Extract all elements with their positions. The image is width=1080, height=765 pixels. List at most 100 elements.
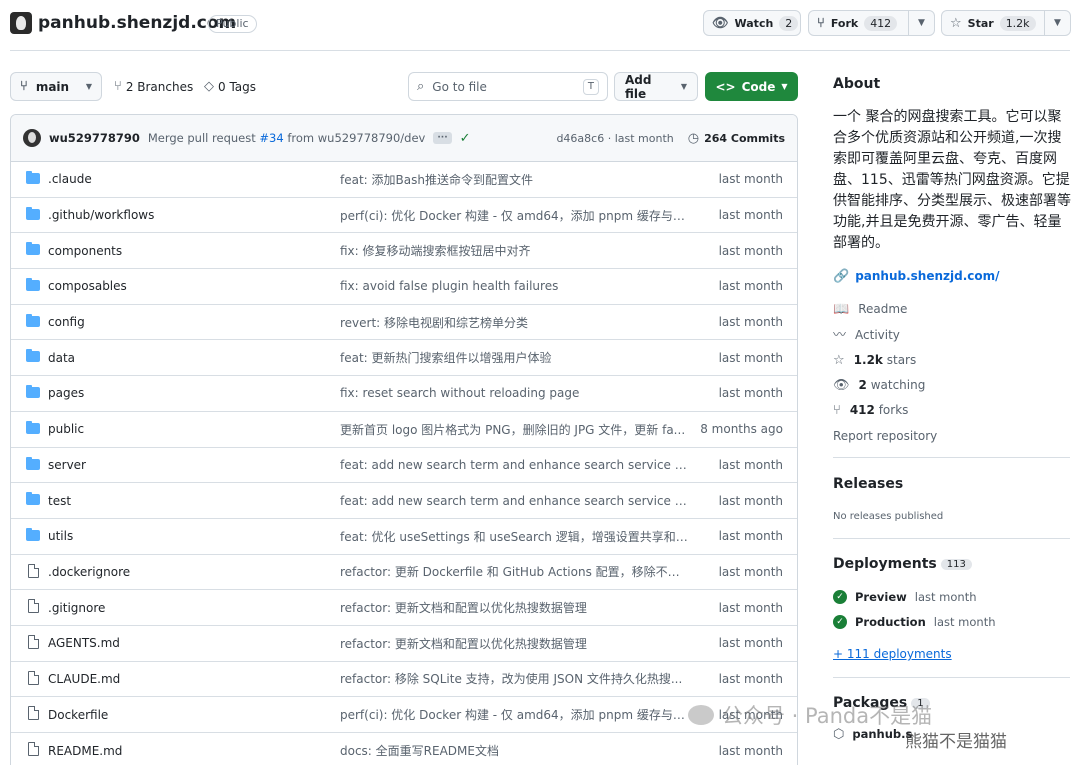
commit-message[interactable]: docs: 全面重写README文档 [340, 742, 690, 759]
watching-link[interactable]: 👁 2 watching [833, 378, 925, 392]
commit-message[interactable]: feat: 添加Bash推送命令到配置文件 [340, 171, 690, 188]
commit-date: last month [718, 279, 783, 294]
add-file-button[interactable]: Add file ▼ [614, 72, 698, 101]
watch-count: 2 [779, 15, 799, 31]
file-name[interactable]: .claude [48, 172, 92, 186]
branch-selector[interactable]: ⑂ main ▼ [10, 72, 102, 101]
file-name[interactable]: Dockerfile [48, 708, 108, 722]
commit-message[interactable]: refactor: 更新 Dockerfile 和 GitHub Actions… [340, 563, 690, 580]
commit-hash-time[interactable]: d46a8c6 · last month [556, 132, 673, 145]
file-icon [26, 706, 39, 721]
fork-dropdown[interactable]: ▼ [908, 11, 934, 35]
file-name[interactable]: CLAUDE.md [48, 672, 120, 686]
commit-message[interactable]: refactor: 更新文档和配置以优化热搜数据管理 [340, 599, 690, 616]
code-button[interactable]: <> Code ▼ [705, 72, 798, 101]
forks-link[interactable]: ⑂ 412 forks [833, 403, 908, 417]
check-icon[interactable]: ✓ [460, 131, 471, 146]
deployment-time: last month [914, 590, 977, 604]
folder-icon [26, 492, 40, 506]
file-row[interactable]: AGENTS.md refactor: 更新文档和配置以优化热搜数据管理 last … [11, 626, 797, 662]
commit-message[interactable]: revert: 移除电视剧和综艺榜单分类 [340, 314, 690, 331]
file-name[interactable]: public [48, 422, 84, 436]
file-name[interactable]: AGENTS.md [48, 636, 120, 650]
file-row[interactable]: .dockerignore refactor: 更新 Dockerfile 和 G… [11, 555, 797, 591]
file-row[interactable]: composables fix: avoid false plugin healt… [11, 269, 797, 305]
file-name[interactable]: server [48, 458, 86, 472]
repo-name[interactable]: panhub.shenzjd.com [38, 13, 236, 33]
file-row[interactable]: data feat: 更新热门搜索组件以增强用户体验 last month [11, 340, 797, 377]
file-name[interactable]: .gitignore [48, 601, 105, 615]
commit-message[interactable]: Merge pull request #34 from wu529778790/… [148, 131, 426, 145]
commit-author[interactable]: wu529778790 [49, 131, 140, 145]
folder-icon [26, 349, 40, 363]
file-name[interactable]: test [48, 494, 71, 508]
file-name[interactable]: composables [48, 279, 127, 293]
file-name[interactable]: data [48, 351, 75, 365]
commit-message[interactable]: refactor: 移除 SQLite 支持，改为使用 JSON 文件持久化热搜… [340, 670, 690, 687]
commit-message[interactable]: refactor: 更新文档和配置以优化热搜数据管理 [340, 635, 690, 652]
file-row[interactable]: utils feat: 优化 useSettings 和 useSearch 逻辑… [11, 519, 797, 555]
fork-button[interactable]: ⑂ Fork 412 ▼ [808, 10, 935, 36]
file-row[interactable]: server feat: add new search term and enha… [11, 448, 797, 484]
activity-link[interactable]: 〰 Activity [833, 328, 900, 342]
deployment-production[interactable]: ✓ Production last month [833, 615, 996, 629]
file-name[interactable]: README.md [48, 744, 122, 758]
readme-link[interactable]: 📖 Readme [833, 302, 907, 316]
branches-label: 2 Branches [125, 79, 194, 94]
author-avatar[interactable] [23, 129, 41, 147]
file-row[interactable]: README.md docs: 全面重写README文档 last month [11, 733, 797, 765]
tags-link[interactable]: ◇ 0 Tags [204, 72, 256, 101]
star-button[interactable]: ☆ Star 1.2k ▼ [941, 10, 1071, 36]
commit-date: last month [718, 493, 783, 508]
deployments-heading[interactable]: Deployments 113 [833, 556, 972, 572]
commit-message[interactable]: perf(ci): 优化 Docker 构建 - 仅 amd64，添加 pnpm… [340, 706, 690, 723]
repo-owner-avatar[interactable] [10, 12, 32, 34]
file-name[interactable]: pages [48, 386, 84, 400]
file-name[interactable]: .dockerignore [48, 565, 130, 579]
file-row[interactable]: config revert: 移除电视剧和综艺榜单分类 last month [11, 305, 797, 341]
homepage-link[interactable]: 🔗 panhub.shenzjd.com/ [833, 269, 1000, 283]
file-row[interactable]: .github/workflows perf(ci): 优化 Docker 构建 … [11, 198, 797, 234]
star-dropdown[interactable]: ▼ [1044, 11, 1070, 35]
watch-button[interactable]: 👁 Watch 2 [703, 10, 801, 36]
tag-icon: ◇ [204, 79, 214, 94]
commit-message[interactable]: feat: 更新热门搜索组件以增强用户体验 [340, 349, 690, 366]
pr-link[interactable]: #34 [259, 131, 283, 145]
releases-heading[interactable]: Releases [833, 476, 903, 492]
commit-message[interactable]: feat: add new search term and enhance se… [340, 494, 690, 508]
branches-link[interactable]: ⑂ 2 Branches [114, 72, 193, 101]
commit-message[interactable]: fix: avoid false plugin health failures [340, 279, 690, 293]
stars-link[interactable]: ☆ 1.2k stars [833, 353, 916, 367]
commits-link[interactable]: ◷ 264 Commits [688, 132, 785, 145]
report-repository-link[interactable]: Report repository [833, 429, 937, 443]
commit-message[interactable]: fix: reset search without reloading page [340, 386, 690, 400]
file-row[interactable]: test feat: add new search term and enhanc… [11, 483, 797, 519]
file-name[interactable]: config [48, 315, 85, 329]
file-row[interactable]: Dockerfile perf(ci): 优化 Docker 构建 - 仅 amd… [11, 697, 797, 733]
folder-icon [26, 206, 40, 220]
expand-commit-button[interactable]: ··· [433, 132, 452, 144]
folder-icon [26, 456, 40, 470]
commit-message[interactable]: perf(ci): 优化 Docker 构建 - 仅 amd64，添加 pnpm… [340, 207, 690, 224]
file-row[interactable]: CLAUDE.md refactor: 移除 SQLite 支持，改为使用 JSO… [11, 662, 797, 698]
sidebar-divider [833, 457, 1070, 458]
file-name[interactable]: components [48, 244, 122, 258]
file-row[interactable]: public 更新首页 logo 图片格式为 PNG，删除旧的 JPG 文件，更新… [11, 412, 797, 448]
commit-date: last month [718, 743, 783, 758]
go-to-file-input[interactable]: ⌕ Go to file T [408, 72, 608, 101]
commit-message[interactable]: 更新首页 logo 图片格式为 PNG，删除旧的 JPG 文件，更新 fa... [340, 421, 690, 438]
file-row[interactable]: .gitignore refactor: 更新文档和配置以优化热搜数据管理 last… [11, 590, 797, 626]
more-deployments-link[interactable]: + 111 deployments [833, 647, 952, 661]
deployment-preview[interactable]: ✓ Preview last month [833, 590, 977, 604]
file-name[interactable]: .github/workflows [48, 208, 154, 222]
commit-message[interactable]: feat: 优化 useSettings 和 useSearch 逻辑，增强设置… [340, 528, 690, 545]
shortcut-key: T [582, 78, 599, 95]
file-row[interactable]: components fix: 修复移动端搜索框按钮居中对齐 last month [11, 233, 797, 270]
branch-icon: ⑂ [20, 79, 28, 94]
commit-message[interactable]: fix: 修复移动端搜索框按钮居中对齐 [340, 242, 690, 259]
commit-message[interactable]: feat: add new search term and enhance se… [340, 458, 690, 472]
file-row[interactable]: pages fix: reset search without reloading… [11, 376, 797, 412]
file-row[interactable]: .claude feat: 添加Bash推送命令到配置文件 last month [11, 162, 797, 198]
file-name[interactable]: utils [48, 529, 73, 543]
add-file-label: Add file [625, 72, 652, 101]
